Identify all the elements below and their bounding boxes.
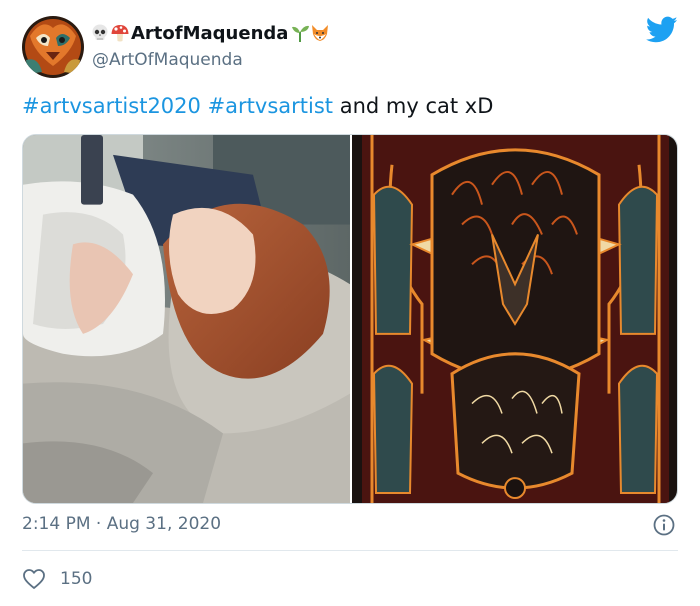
avatar-image xyxy=(22,16,84,78)
display-name[interactable]: ArtofMaquenda xyxy=(131,23,288,44)
info-icon[interactable] xyxy=(652,513,676,537)
twitter-bird-icon[interactable] xyxy=(646,16,678,44)
photo-girl-in-bed[interactable] xyxy=(23,135,350,503)
tweet-timestamp[interactable]: 2:14 PM · Aug 31, 2020 xyxy=(22,512,221,536)
tweet-text: #artvsartist2020 #artvsartist and my cat… xyxy=(22,92,493,120)
divider xyxy=(22,550,678,551)
fox-face-icon xyxy=(312,25,329,41)
hashtag-link[interactable]: #artvsartist2020 xyxy=(22,94,201,118)
mushroom-icon xyxy=(111,25,129,42)
media-grid xyxy=(22,134,678,504)
like-count: 150 xyxy=(60,569,93,589)
heart-icon[interactable] xyxy=(22,567,46,591)
skull-icon xyxy=(92,24,108,40)
author-name-row[interactable]: ArtofMaquenda xyxy=(90,20,330,46)
tweet-card: ArtofMaquenda @ArtOfMaquenda #artvsartis… xyxy=(0,0,700,606)
avatar[interactable] xyxy=(22,16,84,78)
tweet-text-tail: and my cat xD xyxy=(339,94,494,118)
author-handle[interactable]: @ArtOfMaquenda xyxy=(92,50,243,70)
seedling-icon xyxy=(292,25,310,42)
cat-artwork[interactable] xyxy=(352,135,678,503)
like-button[interactable]: 150 xyxy=(22,566,92,592)
hashtag-link[interactable]: #artvsartist xyxy=(208,94,333,118)
